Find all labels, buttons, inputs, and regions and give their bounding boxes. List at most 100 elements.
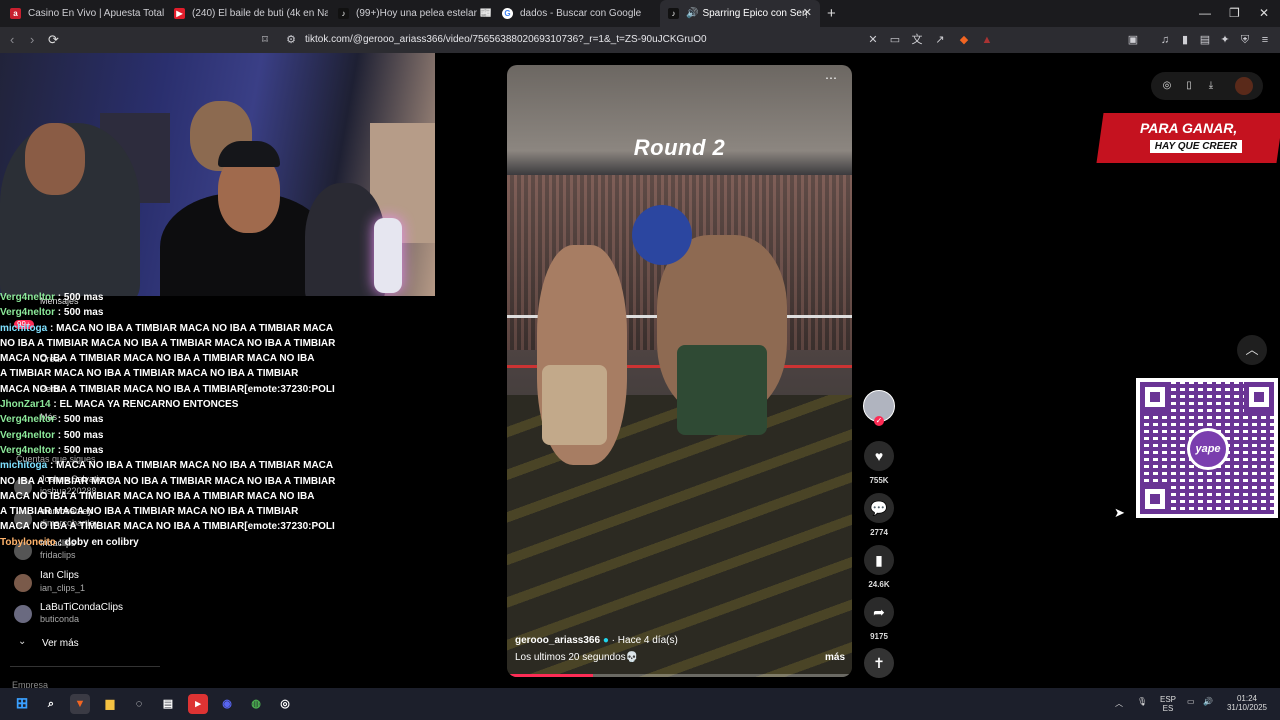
chat-message: : 500 mas: [55, 429, 104, 441]
file-explorer-icon[interactable]: ▆: [100, 694, 120, 714]
chat-message: MACA NO IBA A TIMBIAR MACA NO IBA A TIMB…: [0, 521, 335, 533]
tab-youtube[interactable]: ▶ (240) El baile de buti (4k en Navidad: [166, 0, 328, 27]
site-settings-icon[interactable]: ⚙: [284, 33, 298, 47]
close-window-icon[interactable]: ✕: [1259, 6, 1269, 20]
heart-icon: ♥: [874, 448, 884, 464]
translate-icon[interactable]: 文: [910, 33, 924, 47]
reload-icon[interactable]: ⟳: [48, 32, 59, 48]
search-icon[interactable]: ⌕: [41, 694, 61, 714]
tiktok-favicon-icon: ♪: [668, 8, 679, 19]
more-options-icon[interactable]: ⋯: [825, 71, 837, 85]
chevron-up-icon: ︿: [1245, 342, 1259, 357]
share-button[interactable]: ➦: [864, 597, 894, 627]
mouse-cursor-icon: ➤: [1114, 505, 1125, 520]
casino-favicon-icon: a: [10, 8, 21, 19]
screen-recorder-icon[interactable]: ▸: [188, 694, 208, 714]
bookmark-icon[interactable]: ⌑: [258, 33, 272, 47]
boxer-right-shorts: [677, 345, 767, 435]
ad-banner-line2: HAY QUE CREER: [1150, 140, 1242, 153]
tab-tiktok-live[interactable]: ♪ (99+)Hoy una pelea estelar 📰 #Mon: [330, 0, 492, 27]
app-icon[interactable]: ◌: [129, 694, 149, 714]
restore-icon[interactable]: ❐: [1229, 6, 1240, 20]
user-avatar-icon[interactable]: [1235, 77, 1253, 95]
google-favicon-icon: G: [502, 8, 513, 19]
chrome-icon[interactable]: ◍: [246, 694, 266, 714]
app-icon[interactable]: ◎: [275, 694, 295, 714]
chat-message: NO IBA A TIMBIAR MACA NO IBA A TIMBIAR M…: [0, 337, 336, 349]
chat-username: Verg4neltor: [0, 307, 56, 319]
bookmark-icon: ▮: [875, 551, 883, 568]
brave-icon[interactable]: ▼: [70, 694, 90, 714]
scroll-up-button[interactable]: ︿: [1237, 335, 1267, 365]
chat-line: NO IBA A TIMBIAR MACA NO IBA A TIMBIAR M…: [0, 336, 370, 351]
windows-start-icon[interactable]: ⊞: [12, 694, 32, 714]
chat-username: Verg4neltor: [0, 444, 56, 456]
streamer-left-face: [25, 123, 85, 195]
rewards-icon[interactable]: ▲: [980, 33, 994, 47]
chat-username: JhonZar14: [0, 399, 51, 411]
chat-username: michitoga: [0, 322, 48, 334]
display-icon[interactable]: ▭: [1187, 697, 1195, 706]
chat-username: Verg4neltor: [0, 292, 56, 303]
language-indicator[interactable]: ESP ES: [1158, 695, 1178, 713]
tab-casino[interactable]: a Casino En Vivo | Apuesta Total: [2, 0, 164, 27]
browser-tab-bar: a Casino En Vivo | Apuesta Total ▶ (240)…: [0, 0, 1280, 27]
address-bar[interactable]: tiktok.com/@gerooo_ariass366/video/75656…: [305, 34, 707, 45]
menu-icon[interactable]: ≡: [1258, 33, 1272, 47]
vpn-icon[interactable]: ⛨: [1238, 33, 1252, 47]
comment-button[interactable]: 💬: [864, 493, 894, 523]
chevron-down-icon: ⌄: [18, 636, 27, 647]
streamer-right: [305, 183, 385, 296]
volume-icon[interactable]: 🔊: [1203, 697, 1213, 706]
video-author[interactable]: gerooo_ariass366: [515, 635, 600, 646]
cast-icon[interactable]: ▭: [888, 33, 902, 47]
chat-username: michitoga: [0, 460, 48, 472]
tiktok-favicon-icon: ♪: [338, 8, 349, 19]
account-handle: ian_clips_1: [40, 583, 86, 593]
media-icon[interactable]: ▤: [158, 694, 178, 714]
microphone: [374, 218, 402, 293]
follow-icon[interactable]: ✓: [874, 416, 884, 426]
save-button[interactable]: ▮: [864, 545, 894, 575]
close-tab-icon[interactable]: ✕: [803, 6, 812, 19]
leo-ai-icon[interactable]: ✦: [1218, 33, 1232, 47]
new-tab-button[interactable]: +: [827, 5, 836, 22]
tab-tiktok-video[interactable]: ♪ 🔊 Sparring Épico con Sergio Ma ✕: [660, 0, 820, 27]
no-sound-icon[interactable]: ✕: [866, 33, 880, 47]
forward-icon[interactable]: ›: [30, 32, 34, 47]
share-icon[interactable]: ↗: [933, 33, 947, 47]
music-disc[interactable]: ✝: [864, 648, 894, 678]
like-button[interactable]: ♥: [864, 441, 894, 471]
chat-line: MACA NO IBA A TIMBIAR MACA NO IBA A TIMB…: [0, 519, 370, 534]
clock[interactable]: 01:24 31/10/2025: [1222, 694, 1272, 712]
chevron-up-icon[interactable]: ︿: [1115, 698, 1123, 709]
chat-line: A TIMBIAR MACA NO IBA A TIMBIAR MACA NO …: [0, 504, 370, 519]
chat-message: MACA NO IBA A TIMBIAR MACA NO IBA A TIMB…: [0, 353, 315, 365]
screenshot-icon[interactable]: ▣: [1126, 33, 1140, 47]
caption-more-button[interactable]: más: [825, 652, 845, 663]
chat-line: michitoga : MACA NO IBA A TIMBIAR MACA N…: [0, 321, 370, 336]
music-icon[interactable]: ♫: [1158, 33, 1172, 47]
video-progress-bar[interactable]: [507, 674, 852, 677]
microphone-icon[interactable]: 🎙: [1137, 697, 1147, 706]
chat-line: NO IBA A TIMBIAR MACA NO IBA A TIMBIAR M…: [0, 474, 370, 489]
chat-message: MACA NO IBA A TIMBIAR MACA NO IBA A TIMB…: [0, 383, 335, 395]
save-count: 24.6K: [868, 580, 890, 589]
action-rail: ✓ ♥ 755K 💬 2774 ▮ 24.6K ➦ 9175 ✝: [860, 390, 900, 680]
stream-webcam: [0, 53, 435, 296]
language-code: ESP: [1159, 695, 1176, 704]
minimize-icon[interactable]: —: [1199, 6, 1211, 20]
device-icon[interactable]: ▯: [1182, 79, 1196, 93]
back-icon[interactable]: ‹: [10, 32, 14, 47]
sidebar-icon[interactable]: ▮: [1178, 33, 1192, 47]
account-name[interactable]: LaBuTiCondaClips: [40, 602, 123, 613]
discord-icon[interactable]: ◉: [217, 694, 237, 714]
brave-shields-icon[interactable]: ◆: [957, 33, 971, 47]
autoscroll-icon[interactable]: ◎: [1160, 79, 1174, 93]
see-more-link[interactable]: Ver más: [42, 638, 79, 649]
download-icon[interactable]: ⤓: [1204, 79, 1218, 93]
video-player[interactable]: Round 2 ⋯ gerooo_ariass366 ● · Hace 4 dí…: [507, 65, 852, 677]
wallet-icon[interactable]: ▤: [1198, 33, 1212, 47]
ad-banner-line1: PARA GANAR,: [1140, 120, 1238, 136]
tab-google[interactable]: G dados - Buscar con Google: [494, 0, 656, 27]
